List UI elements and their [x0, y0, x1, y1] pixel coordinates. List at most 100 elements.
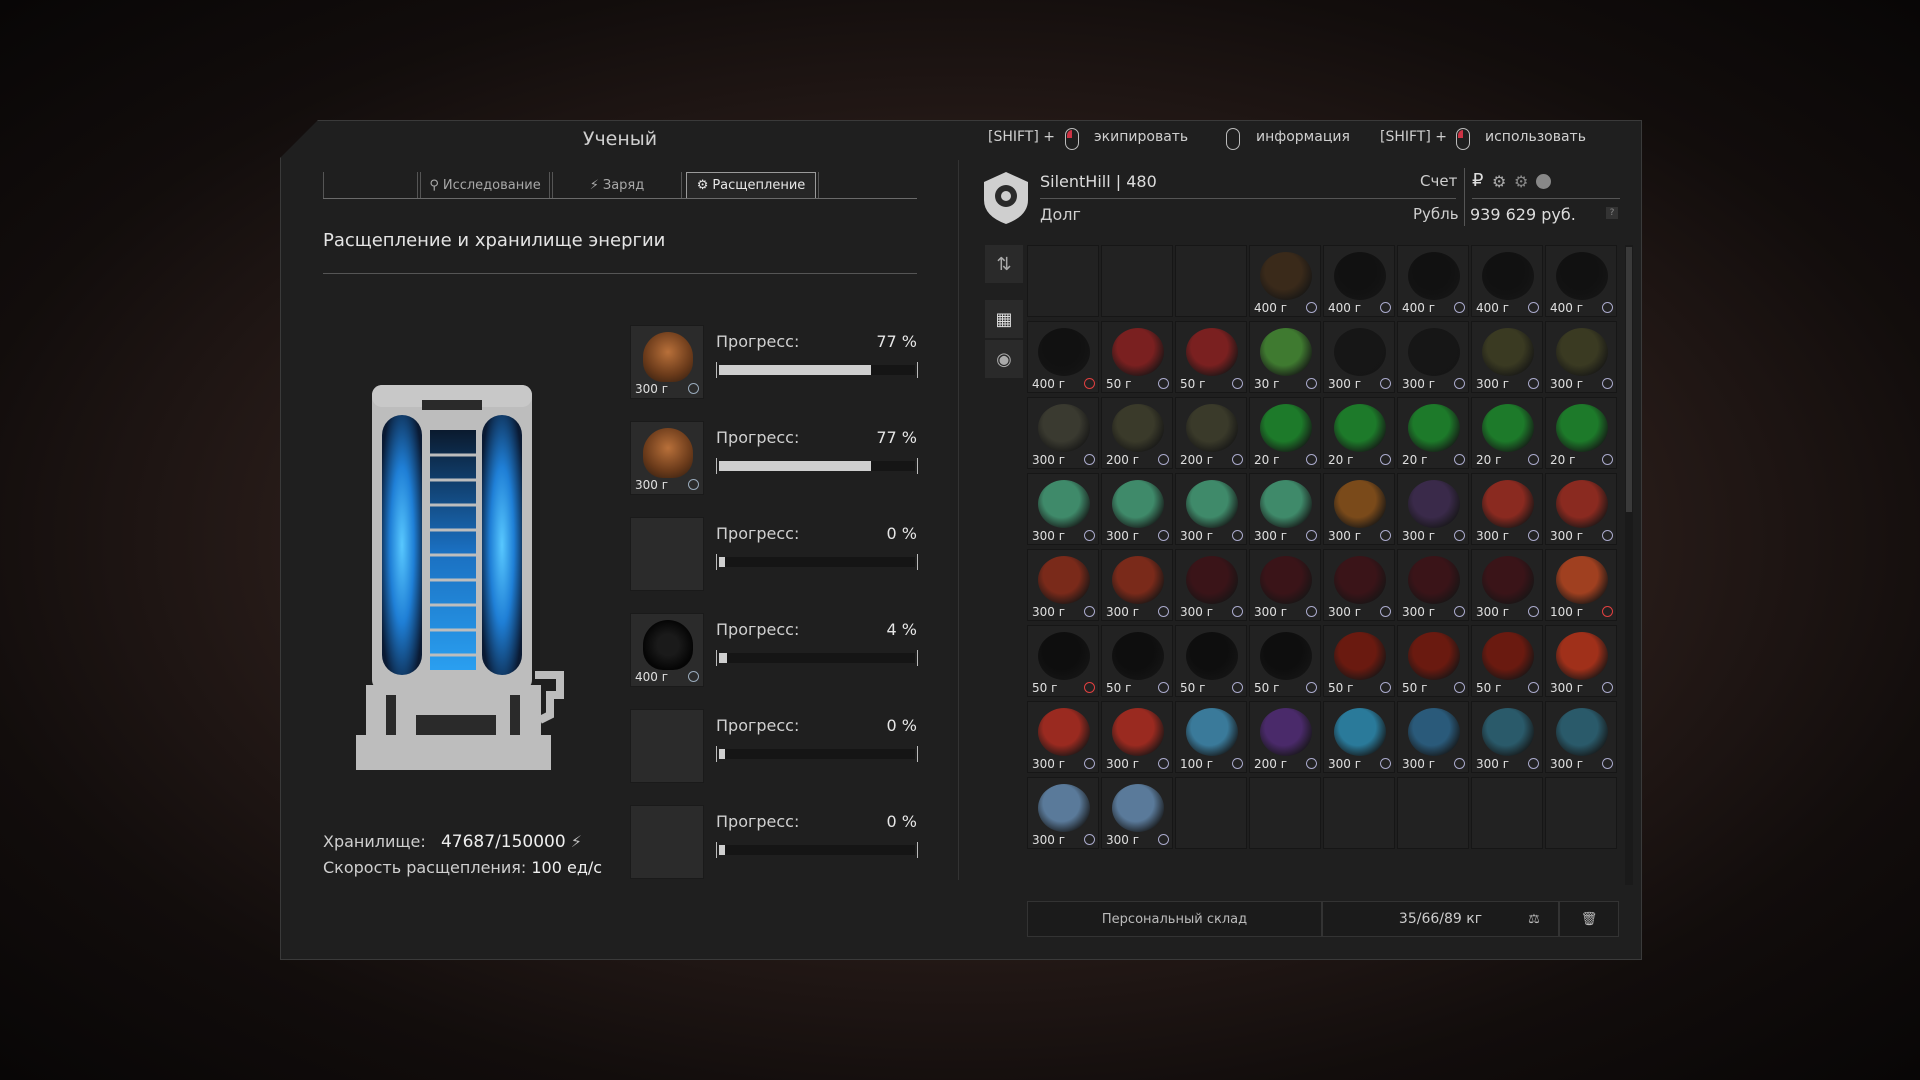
inventory-cell[interactable]: 300 г: [1471, 701, 1543, 773]
inventory-cell[interactable]: 300 г: [1545, 321, 1617, 393]
inventory-cell[interactable]: 20 г: [1323, 397, 1395, 469]
inventory-cell[interactable]: 30 г: [1249, 321, 1321, 393]
split-slot[interactable]: 400 г: [630, 613, 704, 687]
storage-value: 47687/150000: [440, 832, 566, 852]
inventory-cell[interactable]: 300 г: [1101, 473, 1173, 545]
inventory-cell[interactable]: [1471, 777, 1543, 849]
inventory-cell[interactable]: 300 г: [1027, 397, 1099, 469]
inventory-cell[interactable]: 50 г: [1471, 625, 1543, 697]
inventory-cell[interactable]: 50 г: [1397, 625, 1469, 697]
item-weight: 300 г: [1402, 377, 1436, 391]
split-slot[interactable]: 300 г: [630, 325, 704, 399]
inventory-cell[interactable]: 300 г: [1027, 777, 1099, 849]
progress-fill: [719, 557, 725, 567]
grid-view-icon[interactable]: ▦: [985, 300, 1023, 338]
inventory-cell[interactable]: 100 г: [1545, 549, 1617, 621]
inventory-cell[interactable]: [1249, 777, 1321, 849]
inventory-cell[interactable]: 50 г: [1175, 625, 1247, 697]
inventory-cell[interactable]: 300 г: [1249, 473, 1321, 545]
inventory-cell[interactable]: 300 г: [1323, 321, 1395, 393]
inventory-cell[interactable]: 300 г: [1249, 549, 1321, 621]
inventory-cell[interactable]: 20 г: [1545, 397, 1617, 469]
progress-fill: [719, 749, 725, 759]
inventory-cell[interactable]: 50 г: [1175, 321, 1247, 393]
inventory-cell[interactable]: 300 г: [1027, 549, 1099, 621]
inventory-cell[interactable]: 400 г: [1471, 245, 1543, 317]
clock-icon: [1306, 378, 1317, 389]
inventory-cell[interactable]: 20 г: [1471, 397, 1543, 469]
player-name: SilentHill | 480: [1040, 172, 1157, 191]
split-slot[interactable]: [630, 517, 704, 591]
inventory-cell[interactable]: 100 г: [1175, 701, 1247, 773]
inventory-cell[interactable]: [1323, 777, 1395, 849]
inventory-cell[interactable]: [1027, 245, 1099, 317]
clock-icon: [1084, 454, 1095, 465]
coin-icon[interactable]: [1536, 174, 1551, 189]
split-slot[interactable]: [630, 709, 704, 783]
split-slot[interactable]: 300 г: [630, 421, 704, 495]
inventory-cell[interactable]: 400 г: [1397, 245, 1469, 317]
gear-icon[interactable]: ⚙: [1492, 172, 1506, 191]
tab-splitting[interactable]: ⚙ Расщепление: [686, 172, 816, 198]
item-weight: 20 г: [1254, 453, 1280, 467]
inventory-cell[interactable]: 300 г: [1323, 473, 1395, 545]
split-slot[interactable]: [630, 805, 704, 879]
artifact-icon: [1334, 556, 1386, 604]
inventory-cell[interactable]: 400 г: [1027, 321, 1099, 393]
inventory-cell[interactable]: 300 г: [1397, 549, 1469, 621]
item-weight: 300 г: [1180, 529, 1214, 543]
inventory-cell[interactable]: 200 г: [1175, 397, 1247, 469]
inventory-cell[interactable]: 50 г: [1323, 625, 1395, 697]
inventory-cell[interactable]: [1397, 777, 1469, 849]
inventory-cell[interactable]: 20 г: [1249, 397, 1321, 469]
inventory-cell[interactable]: 400 г: [1249, 245, 1321, 317]
clock-icon: [688, 671, 699, 682]
inventory-cell[interactable]: 300 г: [1323, 549, 1395, 621]
inventory-cell[interactable]: 200 г: [1249, 701, 1321, 773]
inventory-cell[interactable]: 50 г: [1249, 625, 1321, 697]
progress-bar: [716, 362, 918, 378]
inventory-cell[interactable]: 300 г: [1545, 625, 1617, 697]
inventory-cell[interactable]: 300 г: [1101, 549, 1173, 621]
inventory-scrollbar[interactable]: [1625, 245, 1633, 885]
inventory-cell[interactable]: 300 г: [1323, 701, 1395, 773]
inventory-cell[interactable]: 300 г: [1101, 701, 1173, 773]
inventory-cell[interactable]: [1175, 777, 1247, 849]
inventory-cell[interactable]: 50 г: [1027, 625, 1099, 697]
inventory-cell[interactable]: 300 г: [1027, 701, 1099, 773]
personal-stash-button[interactable]: Персональный склад: [1027, 901, 1322, 937]
balance-value: 939 629 руб.: [1470, 205, 1576, 224]
inventory-cell[interactable]: 300 г: [1545, 701, 1617, 773]
inventory-cell[interactable]: 300 г: [1027, 473, 1099, 545]
clock-icon: [1084, 378, 1095, 389]
artifact-icon: [1408, 632, 1460, 680]
inventory-cell[interactable]: 300 г: [1101, 777, 1173, 849]
inventory-cell[interactable]: 300 г: [1397, 701, 1469, 773]
progress-label: Прогресс:: [716, 332, 800, 351]
inventory-cell[interactable]: 400 г: [1323, 245, 1395, 317]
inventory-cell[interactable]: [1545, 777, 1617, 849]
inventory-cell[interactable]: 20 г: [1397, 397, 1469, 469]
inventory-cell[interactable]: 300 г: [1397, 473, 1469, 545]
inventory-cell[interactable]: 300 г: [1471, 473, 1543, 545]
tab-research[interactable]: ⚲ Исследование: [420, 172, 550, 198]
inventory-cell[interactable]: 300 г: [1545, 473, 1617, 545]
sort-icon[interactable]: ⇅: [985, 245, 1023, 283]
inventory-cell[interactable]: 300 г: [1471, 549, 1543, 621]
inventory-cell[interactable]: 300 г: [1175, 473, 1247, 545]
inventory-cell[interactable]: 400 г: [1545, 245, 1617, 317]
inventory-cell[interactable]: 50 г: [1101, 625, 1173, 697]
inventory-cell[interactable]: 300 г: [1175, 549, 1247, 621]
artifact-filter-icon[interactable]: ◉: [985, 340, 1023, 378]
tab-charge[interactable]: ⚡ Заряд: [552, 172, 682, 198]
inventory-cell[interactable]: [1175, 245, 1247, 317]
inventory-cell[interactable]: [1101, 245, 1173, 317]
help-icon[interactable]: ?: [1606, 207, 1618, 219]
inventory-cell[interactable]: 300 г: [1397, 321, 1469, 393]
inventory-cell[interactable]: 50 г: [1101, 321, 1173, 393]
trash-icon[interactable]: 🗑: [1559, 901, 1619, 937]
inventory-cell[interactable]: 300 г: [1471, 321, 1543, 393]
inventory-cell[interactable]: 200 г: [1101, 397, 1173, 469]
ruble-icon[interactable]: ₽: [1472, 170, 1483, 191]
settings-icon[interactable]: ⚙: [1514, 172, 1528, 191]
